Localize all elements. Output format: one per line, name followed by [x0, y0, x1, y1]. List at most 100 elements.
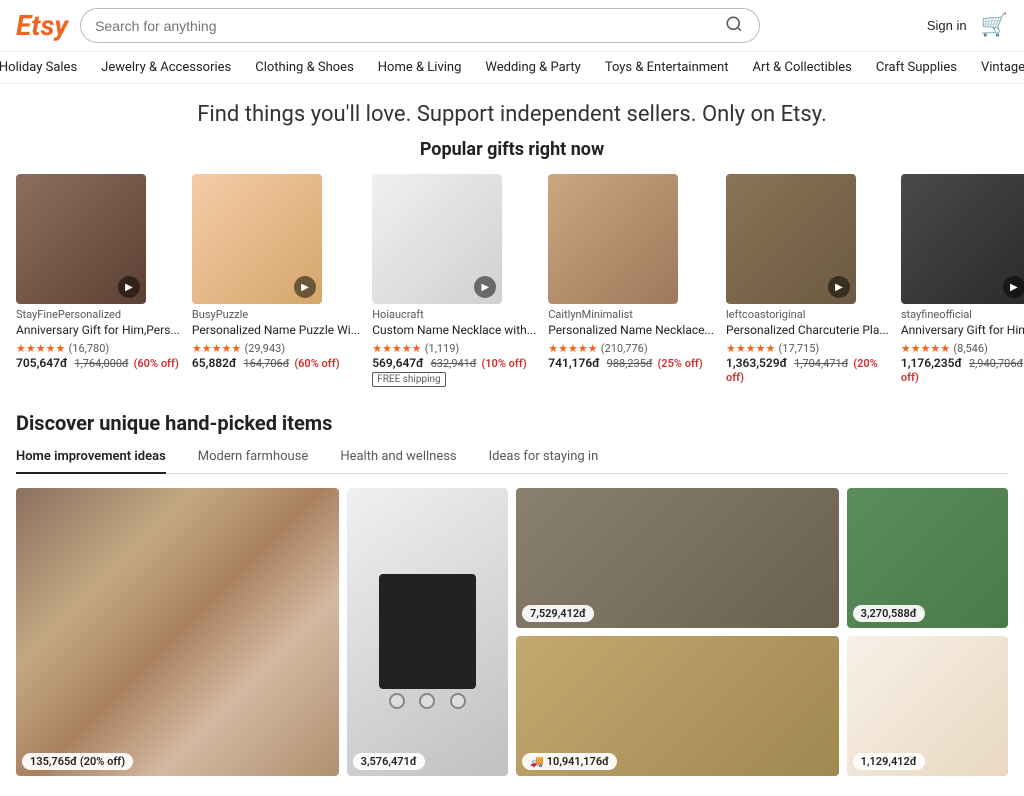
- play-button[interactable]: ▶: [1003, 276, 1024, 298]
- search-input[interactable]: [95, 18, 723, 34]
- product-card[interactable]: ▶ Hoiaucraft Custom Name Necklace with..…: [372, 174, 536, 391]
- discover-item-chandelier[interactable]: 🚚 10,941,176đ: [516, 636, 839, 776]
- search-button[interactable]: [723, 15, 745, 36]
- original-price: 988,235đ: [607, 357, 653, 370]
- nav-item-jewelry[interactable]: Jewelry & Accessories: [101, 60, 231, 75]
- product-card[interactable]: ▶ StayFinePersonalized Anniversary Gift …: [16, 174, 180, 391]
- popular-section-title: Popular gifts right now: [16, 139, 1008, 160]
- sign-in-button[interactable]: Sign in: [927, 18, 967, 33]
- main-nav: Holiday Sales Jewelry & Accessories Clot…: [0, 52, 1024, 84]
- rating-row: ★★★★★ (16,780): [16, 341, 180, 356]
- discover-item-gold-sconce[interactable]: 1,129,412đ: [847, 636, 1008, 776]
- product-image: ▶: [16, 174, 146, 304]
- nav-item-clothing[interactable]: Clothing & Shoes: [255, 60, 354, 75]
- shop-name: Hoiaucraft: [372, 308, 536, 321]
- discover-section-title: Discover unique hand-picked items: [16, 411, 1008, 435]
- discover-item-person[interactable]: 3,270,588đ: [847, 488, 1008, 628]
- review-count: (210,776): [601, 342, 648, 355]
- shop-name: StayFinePersonalized: [16, 308, 180, 321]
- product-title: Personalized Charcuterie Pla...: [726, 323, 889, 339]
- product-title: Personalized Name Puzzle Wi...: [192, 323, 360, 339]
- rating-row: ★★★★★ (17,715): [726, 341, 889, 356]
- product-image: ▶: [372, 174, 502, 304]
- discover-tab[interactable]: Modern farmhouse: [198, 449, 309, 473]
- product-image: ▶: [192, 174, 322, 304]
- rating-row: ★★★★★ (1,119): [372, 341, 536, 356]
- original-price: 1,704,471đ: [794, 357, 848, 370]
- play-button[interactable]: ▶: [118, 276, 140, 298]
- review-count: (8,546): [953, 342, 988, 355]
- nav-item-toys[interactable]: Toys & Entertainment: [605, 60, 729, 75]
- price-tag: 3,270,588đ: [853, 605, 925, 622]
- current-price: 1,363,529đ: [726, 356, 787, 370]
- product-info: Hoiaucraft Custom Name Necklace with... …: [372, 304, 536, 391]
- current-price: 741,176đ: [548, 356, 599, 370]
- cart-icon[interactable]: 🛒: [981, 13, 1008, 38]
- product-title: Custom Name Necklace with...: [372, 323, 536, 339]
- truck-icon: 🚚: [530, 755, 544, 768]
- star-rating: ★★★★★: [726, 342, 775, 355]
- product-card[interactable]: ▶ BusyPuzzle Personalized Name Puzzle Wi…: [192, 174, 360, 391]
- product-card[interactable]: ▶ leftcoastoriginal Personalized Charcut…: [726, 174, 889, 391]
- price-tag: 🚚 10,941,176đ: [522, 753, 617, 770]
- nav-item-vintage[interactable]: Vintage: [981, 60, 1024, 75]
- header-actions: Sign in 🛒: [927, 13, 1008, 38]
- nav-item-art[interactable]: Art & Collectibles: [752, 60, 851, 75]
- price-row: 65,882đ 164,706đ (60% off): [192, 356, 360, 370]
- current-price: 705,647đ: [16, 356, 67, 370]
- star-rating: ★★★★★: [372, 342, 421, 355]
- shop-name: stayfineofficial: [901, 308, 1024, 321]
- original-price: 2,940,706đ: [969, 357, 1023, 370]
- header: Etsy Sign in 🛒: [0, 0, 1024, 52]
- star-rating: ★★★★★: [901, 342, 950, 355]
- play-button[interactable]: ▶: [474, 276, 496, 298]
- review-count: (16,780): [69, 342, 110, 355]
- popular-gifts-section: Popular gifts right now ▶ StayFinePerson…: [0, 139, 1024, 411]
- logo[interactable]: Etsy: [16, 9, 68, 42]
- play-button[interactable]: ▶: [828, 276, 850, 298]
- price-row: 741,176đ 988,235đ (25% off): [548, 356, 714, 370]
- product-info: StayFinePersonalized Anniversary Gift fo…: [16, 304, 180, 374]
- nav-item-craft[interactable]: Craft Supplies: [876, 60, 957, 75]
- play-button[interactable]: ▶: [294, 276, 316, 298]
- product-card[interactable]: CaitlynMinimalist Personalized Name Neck…: [548, 174, 714, 391]
- hero-text: Find things you'll love. Support indepen…: [0, 84, 1024, 139]
- discover-item-ceiling-pendant[interactable]: 7,529,412đ: [516, 488, 839, 628]
- product-title: Anniversary Gift for Him,Woo...: [901, 323, 1024, 339]
- product-info: stayfineofficial Anniversary Gift for Hi…: [901, 304, 1024, 388]
- original-price: 632,941đ: [431, 357, 477, 370]
- shop-name: BusyPuzzle: [192, 308, 360, 321]
- price-row: 569,647đ 632,941đ (10% off): [372, 356, 536, 370]
- price-tag: 3,576,471đ: [353, 753, 425, 770]
- current-price: 569,647đ: [372, 356, 423, 370]
- discover-item-leather-pulls[interactable]: 135,765đ (20% off): [16, 488, 339, 776]
- rating-row: ★★★★★ (8,546): [901, 341, 1024, 356]
- discover-tabs: Home improvement ideas Modern farmhouse He…: [16, 449, 1008, 474]
- discover-grid: 135,765đ (20% off) 7,529,412đ 3,576,471đ…: [16, 488, 1008, 776]
- current-price: 65,882đ: [192, 356, 237, 370]
- discover-tab[interactable]: Health and wellness: [340, 449, 456, 473]
- discover-item-wall-sconce[interactable]: 3,576,471đ: [347, 488, 508, 776]
- discount-label: (10% off): [481, 357, 526, 370]
- nav-item-holiday[interactable]: Holiday Sales: [0, 60, 77, 75]
- product-info: leftcoastoriginal Personalized Charcuter…: [726, 304, 889, 388]
- discount-label: (25% off): [657, 357, 702, 370]
- price-tag: 7,529,412đ: [522, 605, 594, 622]
- price-tag: 135,765đ (20% off): [22, 753, 133, 770]
- discover-section: Discover unique hand-picked items Home i…: [0, 411, 1024, 796]
- review-count: (29,943): [244, 342, 285, 355]
- discount-label: (60% off): [134, 357, 179, 370]
- original-price: 164,706đ: [243, 357, 289, 370]
- discover-tab[interactable]: Home improvement ideas: [16, 449, 166, 474]
- product-image: ▶: [901, 174, 1024, 304]
- shop-name: leftcoastoriginal: [726, 308, 889, 321]
- free-shipping-badge: FREE shipping: [372, 372, 445, 387]
- discover-tab[interactable]: Ideas for staying in: [489, 449, 599, 473]
- product-info: BusyPuzzle Personalized Name Puzzle Wi..…: [192, 304, 360, 374]
- product-card[interactable]: ▶ stayfineofficial Anniversary Gift for …: [901, 174, 1024, 391]
- nav-item-home[interactable]: Home & Living: [378, 60, 462, 75]
- product-info: CaitlynMinimalist Personalized Name Neck…: [548, 304, 714, 374]
- review-count: (1,119): [425, 342, 460, 355]
- nav-item-wedding[interactable]: Wedding & Party: [485, 60, 580, 75]
- rating-row: ★★★★★ (29,943): [192, 341, 360, 356]
